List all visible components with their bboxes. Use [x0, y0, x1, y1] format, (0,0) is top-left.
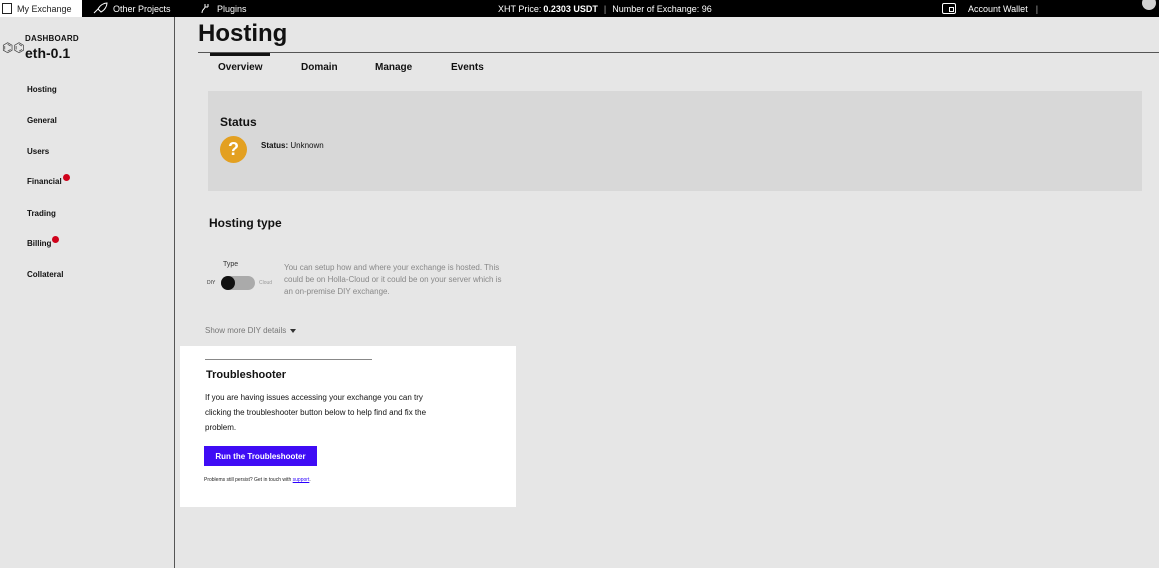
question-icon: ? [220, 136, 247, 163]
tab-my-exchange-label: My Exchange [17, 3, 72, 14]
sidebar-item-label: Users [27, 147, 50, 156]
footer-text: Problems still persist? Get in touch wit… [204, 477, 292, 483]
status-value: Unknown [290, 141, 324, 150]
tab-events[interactable]: Events [451, 62, 484, 73]
xht-price-label: XHT Price: [498, 3, 542, 14]
exchange-icon [2, 3, 12, 14]
sidebar-item-label: Hosting [27, 85, 57, 94]
price-info: XHT Price: 0.2303 USDT | Number of Excha… [498, 0, 712, 17]
status-card: Status ? Status: Unknown [208, 91, 1142, 191]
account-wallet-button[interactable]: Account Wallet | [942, 0, 1038, 17]
chevron-down-icon [290, 328, 297, 333]
plug-icon [201, 3, 209, 13]
exchange-count: Number of Exchange: 96 [612, 3, 712, 14]
sidebar-item-hosting[interactable]: Hosting [27, 85, 57, 94]
tab-manage[interactable]: Manage [375, 62, 412, 73]
sidebar-item-users[interactable]: Users [27, 147, 49, 156]
exchange-name: eth-0.1 [25, 45, 71, 61]
troubleshooter-description: If you are having issues accessing your … [205, 393, 427, 432]
tab-other-projects[interactable]: Other Projects [92, 0, 171, 17]
notification-badge [62, 174, 70, 181]
show-more-diy-details[interactable]: Show more DIY details [205, 326, 297, 335]
top-bar: My Exchange Other Projects Plugins XHT P… [0, 0, 1159, 17]
run-troubleshooter-button[interactable]: Run the Troubleshooter [204, 446, 317, 466]
rocket-icon [93, 2, 108, 14]
notification-badge [52, 236, 60, 243]
divider: | [603, 3, 607, 14]
tab-plugins-label: Plugins [217, 3, 247, 14]
divider: | [1035, 3, 1039, 14]
sidebar: ⌬⌬ DASHBOARD eth-0.1 Hosting General Use… [0, 17, 175, 568]
sidebar-item-label: Collateral [27, 270, 64, 279]
sidebar-item-collateral[interactable]: Collateral [27, 270, 63, 279]
tab-plugins[interactable]: Plugins [200, 0, 247, 17]
hosting-type-heading: Hosting type [209, 216, 282, 230]
support-link[interactable]: support [293, 477, 310, 483]
cloud-label: Cloud [259, 280, 273, 286]
dashboard-label: DASHBOARD [25, 34, 79, 43]
sidebar-item-billing[interactable]: Billing [27, 236, 60, 248]
wallet-icon [942, 3, 956, 14]
toggle-knob [221, 276, 235, 290]
sidebar-item-financial[interactable]: Financial [27, 174, 70, 186]
troubleshooter-divider [205, 359, 372, 360]
xht-price-value: 0.2303 USDT [543, 3, 598, 14]
type-label: Type [223, 261, 239, 268]
account-wallet-label: Account Wallet [968, 3, 1028, 14]
tab-overview[interactable]: Overview [218, 62, 262, 73]
show-more-label: Show more DIY details [205, 326, 287, 335]
status-text: Status: Unknown [261, 141, 324, 150]
avatar[interactable] [1142, 0, 1156, 10]
status-heading: Status [220, 115, 257, 129]
hosting-type-toggle[interactable] [221, 276, 255, 290]
diy-label: DIY [207, 280, 216, 286]
tab-domain[interactable]: Domain [301, 62, 338, 73]
exchange-logo-icon: ⌬⌬ [2, 40, 25, 55]
sidebar-item-label: Financial [27, 177, 62, 186]
sidebar-item-label: General [27, 116, 57, 125]
title-divider [198, 52, 1159, 53]
active-tab-indicator [210, 53, 270, 56]
status-label: Status: [261, 141, 289, 150]
sidebar-item-trading[interactable]: Trading [27, 209, 56, 218]
page-title: Hosting [198, 20, 288, 47]
troubleshooter-title: Troubleshooter [206, 369, 287, 381]
sidebar-item-label: Trading [27, 209, 56, 218]
tab-my-exchange[interactable]: My Exchange [0, 0, 82, 17]
troubleshooter-footer: Problems still persist? Get in touch wit… [204, 477, 311, 483]
hosting-type-description: You can setup how and where your exchang… [284, 263, 502, 296]
sidebar-item-label: Billing [27, 239, 52, 248]
tab-other-projects-label: Other Projects [113, 3, 171, 14]
footer-period: . [309, 477, 311, 483]
troubleshooter-card: Troubleshooter If you are having issues … [180, 346, 516, 507]
sidebar-item-general[interactable]: General [27, 116, 57, 125]
